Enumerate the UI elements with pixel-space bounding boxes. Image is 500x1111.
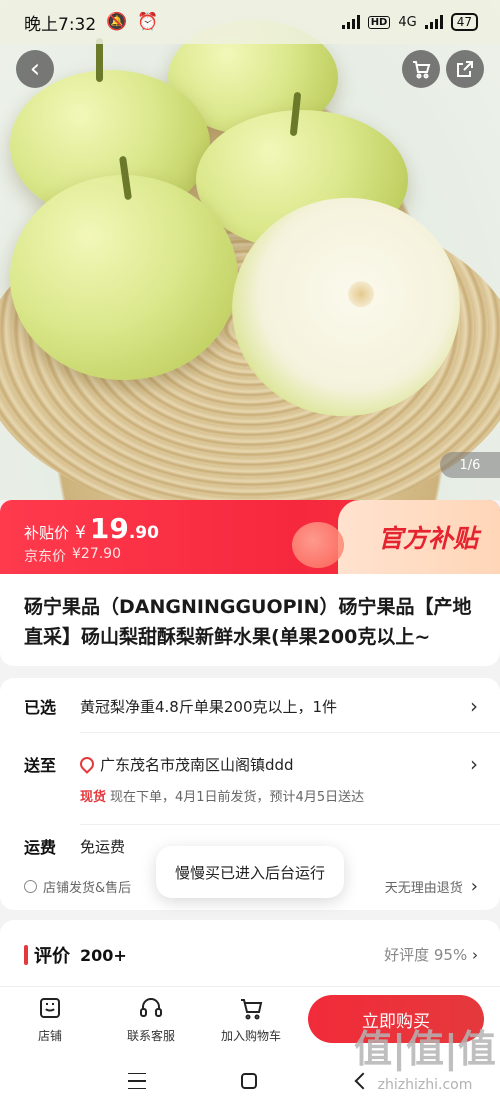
- review-card[interactable]: 评价 200+ 好评度 95% ›: [0, 920, 500, 990]
- status-time: 晚上7:32: [24, 14, 97, 35]
- service-right: 天无理由退货: [384, 881, 463, 896]
- contact-service-button[interactable]: 联系客服: [106, 995, 196, 1044]
- subsidy-price-int: 19: [89, 512, 129, 545]
- subsidy-label: 补贴价: [24, 524, 70, 542]
- home-button[interactable]: [236, 1070, 262, 1092]
- product-title: 砀宁果品（DANGNINGGUOPIN）砀宁果品【产地直采】砀山梨甜酥梨新鲜水果…: [24, 596, 472, 648]
- address: 广东茂名市茂南区山阁镇ddd: [100, 755, 294, 774]
- chevron-left-icon: ‹: [29, 54, 41, 84]
- selected-row[interactable]: 已选 黄冠梨净重4.8斤单果200克以上，1件 ›: [24, 694, 478, 718]
- hd-icon: HD: [367, 15, 391, 29]
- network-type: 4G: [398, 14, 417, 30]
- chevron-right-icon: ›: [470, 752, 478, 776]
- price-banner: 补贴价 ¥ 19 .90 京东价 ¥27.90 官方补贴: [0, 500, 500, 574]
- review-count: 200+: [80, 945, 127, 965]
- official-subsidy-badge: 官方补贴: [292, 500, 500, 574]
- review-title: 评价: [34, 946, 70, 967]
- accent-bar: [24, 945, 28, 965]
- chevron-right-icon: ›: [470, 694, 478, 718]
- delivery-note: 现在下单，4月1日前发货，预计4月5日送达: [110, 790, 365, 805]
- shop-button[interactable]: 店铺: [5, 995, 95, 1044]
- recent-apps-icon[interactable]: [124, 1070, 150, 1092]
- share-button[interactable]: [446, 50, 484, 88]
- add-cart-label: 加入购物车: [220, 1029, 281, 1043]
- watermark-site: zhizhizhi.com: [377, 1077, 473, 1093]
- watermark: 值|值|值 zhizhizhi.com: [350, 1022, 500, 1111]
- selected-label: 已选: [24, 698, 57, 717]
- headset-icon: [140, 998, 162, 1017]
- cart-button[interactable]: [402, 50, 440, 88]
- status-bar: 晚上7:32 🔕 ⏰ HD 4G 47: [0, 0, 500, 44]
- check-circle-icon: [24, 880, 37, 893]
- battery-icon: 47: [450, 13, 478, 31]
- watermark-logo: 值|值|值: [354, 1027, 496, 1071]
- ship-to-label: 送至: [24, 756, 57, 775]
- image-pager: 1/6: [440, 452, 500, 478]
- divider: [80, 732, 500, 733]
- divider: [80, 824, 500, 825]
- alarm-icon: ⏰: [137, 12, 159, 32]
- service-label: 联系客服: [126, 1029, 175, 1043]
- share-icon: [457, 61, 473, 77]
- badge-text: 官方补贴: [377, 524, 478, 553]
- mute-icon: 🔕: [106, 12, 128, 32]
- chevron-right-icon: ›: [470, 876, 478, 897]
- jd-price: ¥27.90: [72, 546, 121, 562]
- pear-front: [10, 175, 238, 380]
- currency-symbol: ¥: [75, 523, 86, 543]
- selected-value: 黄冠梨净重4.8斤单果200克以上，1件: [80, 697, 338, 716]
- location-pin-icon: [77, 753, 97, 774]
- cart-icon: [413, 61, 431, 79]
- background-toast: 慢慢买已进入后台运行: [156, 846, 344, 898]
- home-icon: [241, 1073, 257, 1089]
- jd-price-label: 京东价: [24, 549, 66, 565]
- stock-status: 现货: [80, 790, 107, 805]
- cart-icon: [241, 999, 263, 1020]
- signal-icon: [341, 15, 360, 29]
- pear-core: [345, 279, 377, 310]
- coin-icon: [292, 522, 344, 568]
- add-to-cart-button[interactable]: 加入购物车: [206, 995, 296, 1044]
- stem: [96, 38, 103, 82]
- ship-to-row[interactable]: 送至 广东茂名市茂南区山阁镇ddd ›: [24, 752, 478, 776]
- back-button[interactable]: ‹: [16, 50, 54, 88]
- shop-label: 店铺: [37, 1029, 62, 1043]
- positive-rate: 好评度 95%: [384, 946, 468, 964]
- signal-icon-2: [424, 15, 443, 29]
- subsidy-price-dec: .90: [128, 523, 159, 543]
- shop-icon: [40, 998, 60, 1018]
- freight-label: 运费: [24, 838, 57, 857]
- delivery-info: 现货 现在下单，4月1日前发货，预计4月5日送达: [80, 786, 364, 805]
- chevron-right-icon: ›: [472, 946, 478, 964]
- title-card: 砀宁果品（DANGNINGGUOPIN）砀宁果品【产地直采】砀山梨甜酥梨新鲜水果…: [0, 574, 500, 666]
